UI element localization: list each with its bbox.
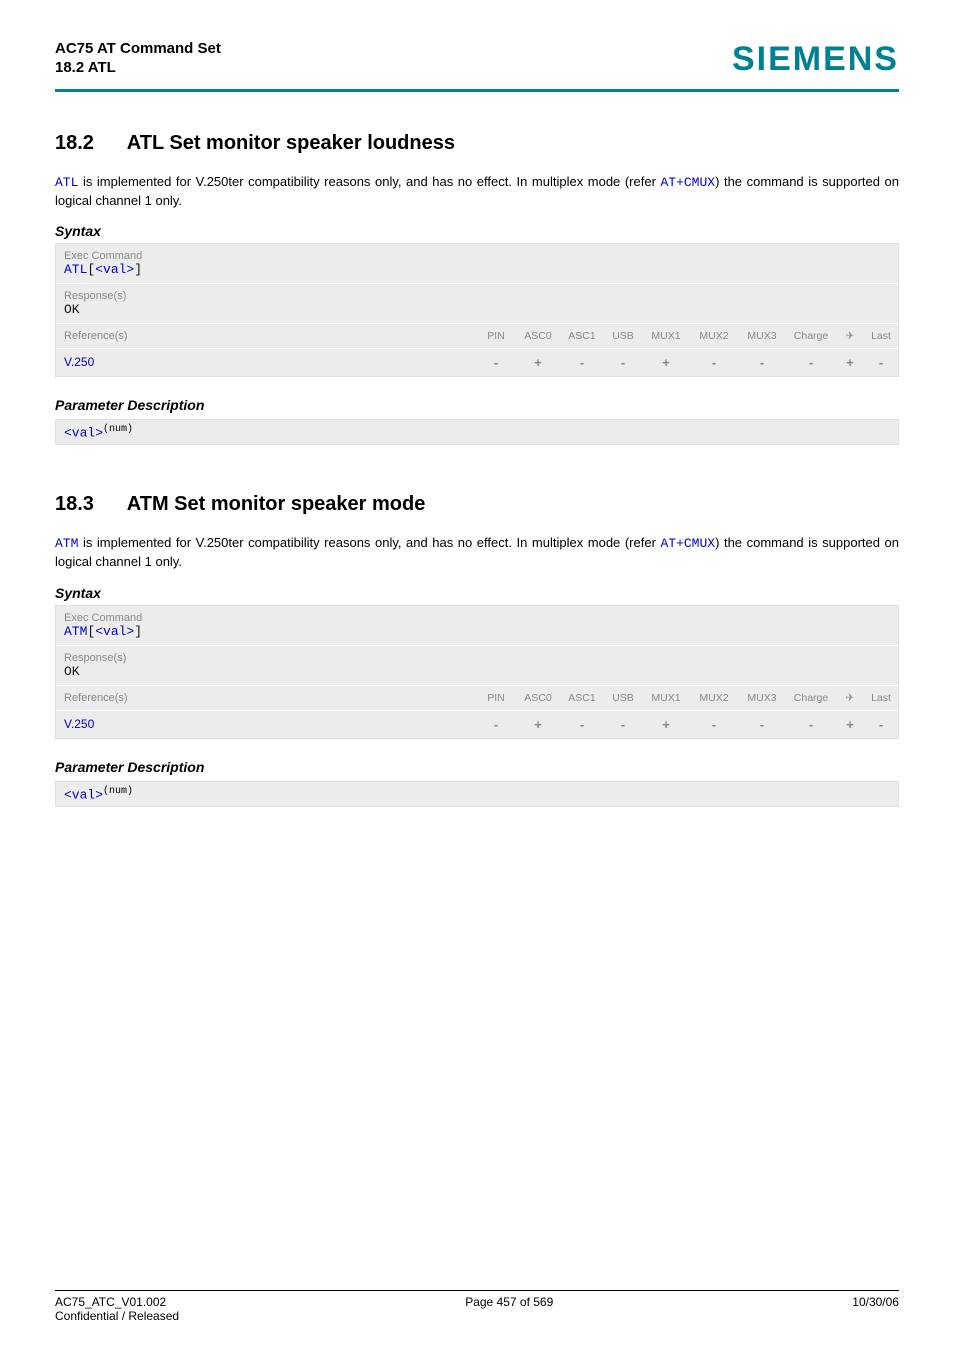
val-mux1: + xyxy=(642,711,690,738)
param-box: <val>(num) xyxy=(55,781,899,807)
val-air: + xyxy=(836,349,864,376)
val-last: - xyxy=(864,349,898,376)
bracket-close: ] xyxy=(134,262,142,277)
section-18-3: 18.3 ATM Set monitor speaker mode ATM is… xyxy=(55,493,899,806)
syntax-box: Exec Command ATL[<val>] Response(s) OK R… xyxy=(55,243,899,377)
val-pin: - xyxy=(476,711,516,738)
val-air: + xyxy=(836,711,864,738)
val-mux2: - xyxy=(690,711,738,738)
response-label: Response(s) xyxy=(64,652,890,664)
page-footer: AC75_ATC_V01.002 Page 457 of 569 10/30/0… xyxy=(55,1290,899,1323)
param-type: (num) xyxy=(103,786,133,797)
val-mux2: - xyxy=(690,349,738,376)
col-asc0: ASC0 xyxy=(516,324,560,348)
val-mux3: - xyxy=(738,711,786,738)
cmd-link-atm[interactable]: ATM xyxy=(55,536,78,551)
syntax-box: Exec Command ATM[<val>] Response(s) OK R… xyxy=(55,605,899,739)
cmd-keyword: ATL xyxy=(64,262,87,277)
col-usb: USB xyxy=(604,324,642,348)
reference-link[interactable]: V.250 xyxy=(64,717,94,731)
param-desc-heading: Parameter Description xyxy=(55,397,899,413)
val-asc1: - xyxy=(560,711,604,738)
cmd-link-atl[interactable]: ATL xyxy=(55,175,78,190)
exec-command-label: Exec Command xyxy=(64,250,890,262)
col-asc1: ASC1 xyxy=(560,324,604,348)
section-title: ATM Set monitor speaker mode xyxy=(127,493,426,515)
val-pin: - xyxy=(476,349,516,376)
airplane-icon: ✈ xyxy=(836,324,864,348)
section-18-2: 18.2 ATL Set monitor speaker loudness AT… xyxy=(55,132,899,445)
cmd-link-atcmux[interactable]: AT+CMUX xyxy=(660,175,715,190)
exec-command-value: ATM[<val>] xyxy=(64,624,890,639)
param-name: <val> xyxy=(64,787,103,802)
col-charge: Charge xyxy=(786,324,836,348)
response-value: OK xyxy=(64,664,890,679)
col-mux2: MUX2 xyxy=(690,324,738,348)
col-pin: PIN xyxy=(476,686,516,710)
col-mux3: MUX3 xyxy=(738,686,786,710)
col-usb: USB xyxy=(604,686,642,710)
col-mux3: MUX3 xyxy=(738,324,786,348)
val-mux3: - xyxy=(738,349,786,376)
reference-link[interactable]: V.250 xyxy=(64,355,94,369)
reference-table: Reference(s) V.250 PIN ASC0 ASC1 USB MUX… xyxy=(56,685,898,738)
col-last: Last xyxy=(864,686,898,710)
footer-confidential: Confidential / Released xyxy=(55,1309,179,1323)
response-label: Response(s) xyxy=(64,290,890,302)
col-charge: Charge xyxy=(786,686,836,710)
exec-command-label: Exec Command xyxy=(64,612,890,624)
val-asc0: + xyxy=(516,349,560,376)
param-box: <val>(num) xyxy=(55,419,899,445)
exec-command-value: ATL[<val>] xyxy=(64,262,890,277)
section-title: ATL Set monitor speaker loudness xyxy=(127,132,455,154)
col-last: Last xyxy=(864,324,898,348)
col-asc1: ASC1 xyxy=(560,686,604,710)
reference-label: Reference(s) xyxy=(56,324,476,348)
section-intro: ATL is implemented for V.250ter compatib… xyxy=(55,173,899,209)
param-desc-heading: Parameter Description xyxy=(55,759,899,775)
col-mux1: MUX1 xyxy=(642,324,690,348)
section-number: 18.2 xyxy=(55,132,94,155)
footer-center: Page 457 of 569 xyxy=(465,1295,553,1309)
val-charge: - xyxy=(786,349,836,376)
cmd-arg: <val> xyxy=(95,624,134,639)
cmd-arg: <val> xyxy=(95,262,134,277)
footer-right: 10/30/06 xyxy=(852,1295,899,1309)
page-header: AC75 AT Command Set 18.2 ATL SIEMENS xyxy=(55,40,899,79)
param-type: (num) xyxy=(103,424,133,435)
val-charge: - xyxy=(786,711,836,738)
intro-text: is implemented for V.250ter compatibilit… xyxy=(78,535,660,550)
col-pin: PIN xyxy=(476,324,516,348)
bracket-close: ] xyxy=(134,624,142,639)
val-usb: - xyxy=(604,349,642,376)
header-rule xyxy=(55,89,899,92)
intro-text: is implemented for V.250ter compatibilit… xyxy=(78,174,660,189)
param-name: <val> xyxy=(64,425,103,440)
cmd-link-atcmux[interactable]: AT+CMUX xyxy=(660,536,715,551)
col-asc0: ASC0 xyxy=(516,686,560,710)
val-asc1: - xyxy=(560,349,604,376)
section-intro: ATM is implemented for V.250ter compatib… xyxy=(55,534,899,570)
brand-logo: SIEMENS xyxy=(732,40,899,79)
reference-table: Reference(s) V.250 PIN ASC0 ASC1 USB MUX… xyxy=(56,323,898,376)
val-usb: - xyxy=(604,711,642,738)
col-mux1: MUX1 xyxy=(642,686,690,710)
airplane-icon: ✈ xyxy=(836,686,864,710)
footer-left: AC75_ATC_V01.002 xyxy=(55,1295,166,1309)
section-heading: 18.3 ATM Set monitor speaker mode xyxy=(55,493,899,516)
cmd-keyword: ATM xyxy=(64,624,87,639)
val-asc0: + xyxy=(516,711,560,738)
section-heading: 18.2 ATL Set monitor speaker loudness xyxy=(55,132,899,155)
col-mux2: MUX2 xyxy=(690,686,738,710)
section-number: 18.3 xyxy=(55,493,94,516)
reference-label: Reference(s) xyxy=(56,686,476,710)
doc-title: AC75 AT Command Set xyxy=(55,40,221,57)
val-mux1: + xyxy=(642,349,690,376)
response-value: OK xyxy=(64,302,890,317)
syntax-heading: Syntax xyxy=(55,223,899,239)
doc-subtitle: 18.2 ATL xyxy=(55,59,221,76)
val-last: - xyxy=(864,711,898,738)
syntax-heading: Syntax xyxy=(55,585,899,601)
